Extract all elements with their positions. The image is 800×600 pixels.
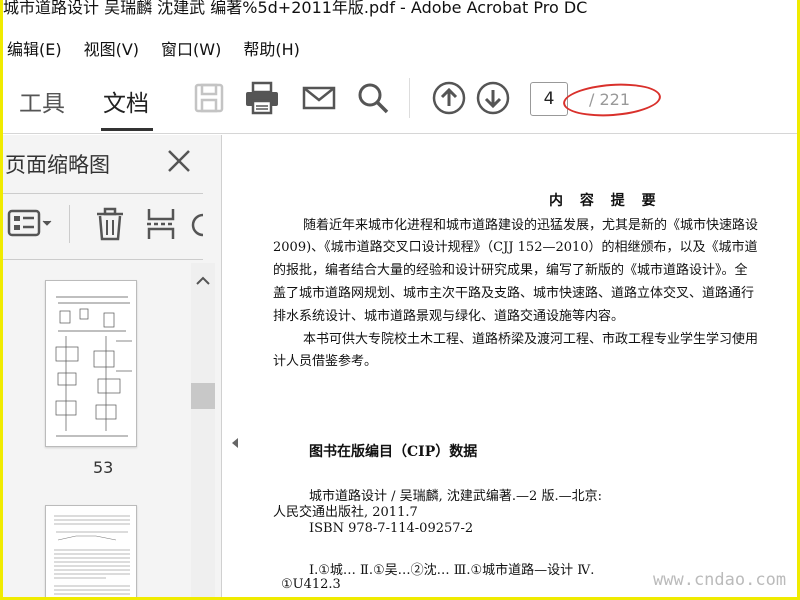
document-view: 内 容 提 要 随着近年来城市化进程和城市道路建设的迅猛发展，尤其是新的《城市快… (243, 135, 797, 597)
cip-heading: 图书在版编目（CIP）数据 (309, 444, 478, 460)
save-icon[interactable] (191, 80, 227, 116)
cip-line: ①U412.3 (281, 577, 341, 592)
watermark: www.cndao.com (653, 570, 787, 590)
menu-help[interactable]: 帮助(H) (239, 36, 302, 60)
menu-edit[interactable]: 编辑(E) (3, 36, 64, 60)
paragraph-line: 2009)、《城市道路交叉口设计规程》（CJJ 152—2010）的相继颁布，以… (273, 240, 758, 255)
menu-window[interactable]: 窗口(W) (157, 36, 223, 60)
paragraph-line: 随着近年来城市化进程和城市道路建设的迅猛发展，尤其是新的《城市快速路设 (303, 218, 759, 233)
scrollbar-thumb[interactable] (191, 383, 215, 409)
paragraph-line: 计人员借鉴参考。 (273, 354, 378, 369)
thumbnail-page-number: 53 (93, 458, 114, 477)
panel-title: 页面缩略图 (5, 153, 110, 177)
document-heading: 内 容 提 要 (549, 193, 662, 209)
window-title: 城市道路设计 吴瑞麟 沈建武 编著%5d+2011年版.pdf - Adobe … (3, 0, 797, 22)
extract-icon[interactable] (145, 207, 177, 241)
red-highlight-ellipse (562, 80, 662, 120)
tab-tools[interactable]: 工具 (19, 84, 65, 118)
paragraph-line: 的报批，编者结合大量的经验和设计研究成果，编写了新版的《城市道路设计》。全 (273, 263, 748, 278)
toolbar-separator (409, 78, 410, 118)
panel-divider (3, 193, 203, 194)
rotate-icon[interactable] (189, 207, 205, 241)
page-thumbnail[interactable] (45, 505, 137, 597)
collapse-panel-icon[interactable] (229, 434, 241, 448)
close-icon[interactable] (165, 147, 193, 175)
thumbnail-options-icon[interactable] (7, 207, 55, 241)
cip-line: ISBN 978-7-114-09257-2 (309, 521, 474, 536)
thumbnail-scrollbar[interactable] (191, 263, 215, 597)
delete-icon[interactable] (93, 207, 127, 241)
menu-bar: 编辑(E) 视图(V) 窗口(W) 帮助(H) (3, 36, 797, 60)
print-icon[interactable] (244, 80, 280, 116)
search-icon[interactable] (355, 80, 391, 116)
page-thumbnail[interactable] (45, 280, 137, 447)
page-thumbnails-panel: 页面缩略图 53 (3, 135, 222, 597)
current-page-input[interactable]: 4 (530, 82, 568, 116)
page-down-icon[interactable] (475, 80, 511, 116)
panel-toolbar-separator (69, 205, 70, 243)
mail-icon[interactable] (301, 80, 337, 116)
cip-line: 人民交通出版社, 2011.7 (273, 505, 418, 520)
page-up-icon[interactable] (431, 80, 467, 116)
active-tab-indicator (101, 128, 153, 131)
paragraph-line: 本书可供大专院校土木工程、道路桥梁及渡河工程、市政工程专业学生学习使用 (303, 332, 759, 347)
toolbar: 工具 文档 4 / 221 (3, 64, 797, 134)
paragraph-line: 排水系统设计、城市道路景观与绿化、道路交通设施等内容。 (273, 309, 625, 324)
menu-view[interactable]: 视图(V) (80, 36, 141, 60)
cip-line: Ⅰ.①城… Ⅱ.①吴…②沈… Ⅲ.①城市道路—设计 Ⅳ. (309, 563, 595, 578)
tab-document[interactable]: 文档 (103, 84, 149, 118)
acrobat-window: 城市道路设计 吴瑞麟 沈建武 编著%5d+2011年版.pdf - Adobe … (3, 0, 797, 597)
paragraph-line: 盖了城市道路网规划、城市主次干路及支路、城市快速路、道路立体交叉、道路通行 (273, 286, 755, 301)
panel-divider (3, 259, 203, 260)
chevron-up-icon[interactable] (195, 273, 211, 289)
